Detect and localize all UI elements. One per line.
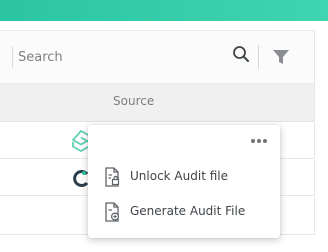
menu-item-unlock-audit-file[interactable]: Unlock Audit file: [88, 162, 280, 192]
menu-item-label: Unlock Audit file: [130, 169, 228, 183]
filter-icon[interactable]: [272, 48, 290, 66]
table-header: Source: [0, 84, 315, 122]
toolbar-divider: [258, 45, 259, 69]
top-bar: [0, 0, 328, 21]
toolbar: [0, 30, 315, 84]
file-lock-icon: [105, 167, 120, 187]
context-menu: Unlock Audit file Generate Audit File: [88, 125, 280, 238]
column-header-source[interactable]: Source: [113, 94, 154, 108]
file-generate-icon: [105, 202, 120, 222]
menu-item-label: Generate Audit File: [130, 204, 246, 218]
search-icon[interactable]: [232, 45, 250, 63]
search-input[interactable]: [18, 44, 218, 70]
more-horizontal-icon[interactable]: [249, 135, 269, 147]
toolbar-divider: [12, 46, 13, 68]
menu-item-generate-audit-file[interactable]: Generate Audit File: [88, 197, 280, 227]
